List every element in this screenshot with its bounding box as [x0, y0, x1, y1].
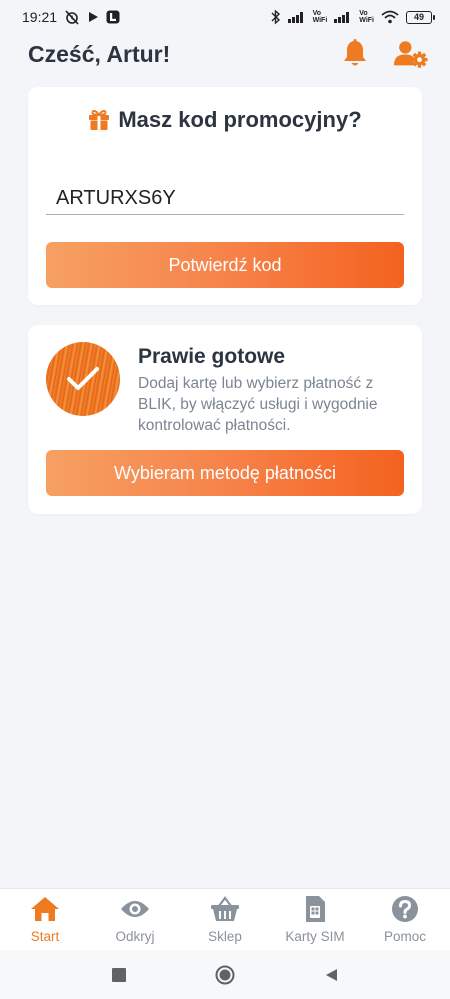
confirm-code-button[interactable]: Potwierdź kod	[46, 242, 404, 288]
vowifi-top-1: Vo	[312, 10, 321, 17]
status-bar: 19:21 Vo WiFi Vo WiFi 49	[0, 0, 450, 34]
promo-code-field	[46, 183, 404, 215]
account-settings-button[interactable]	[394, 37, 428, 71]
vowifi-bottom-1: WiFi	[312, 17, 328, 24]
ready-title: Prawie gotowe	[138, 345, 286, 368]
nav-item-discover[interactable]: Odkryj	[90, 889, 180, 951]
signal-icon-1	[287, 11, 306, 23]
bluetooth-icon	[271, 9, 281, 25]
status-left: 19:21	[22, 9, 120, 25]
checkmark-badge	[46, 342, 120, 416]
header: Cześć, Artur!	[28, 36, 428, 72]
user-gear-icon	[394, 41, 428, 68]
basket-icon	[210, 895, 240, 923]
nav-item-shop[interactable]: Sklep	[180, 889, 270, 951]
play-icon	[87, 11, 99, 23]
promo-code-card: Masz kod promocyjny? Potwierdź kod	[28, 87, 422, 305]
help-icon	[390, 895, 420, 923]
battery-icon: 49	[406, 10, 435, 24]
bell-icon	[344, 39, 366, 66]
nav-label-start: Start	[30, 929, 60, 944]
ready-description: Dodaj kartę lub wybierz płatność z BLIK,…	[138, 375, 378, 434]
nav-item-help[interactable]: Pomoc	[360, 889, 450, 951]
status-right: Vo WiFi Vo WiFi 49	[271, 9, 435, 25]
almost-ready-card: Prawie gotowe Dodaj kartę lub wybierz pł…	[28, 325, 422, 514]
app-notification-icon	[106, 10, 120, 24]
vowifi-bottom-2: WiFi	[359, 17, 374, 24]
nav-item-start[interactable]: Start	[0, 889, 90, 951]
nav-label-shop: Sklep	[208, 929, 242, 944]
greeting-title: Cześć, Artur!	[28, 40, 171, 67]
checkmark-icon	[67, 367, 99, 390]
sim-card-icon	[300, 895, 330, 923]
recents-button[interactable]	[109, 965, 129, 985]
header-actions	[338, 37, 428, 71]
choose-payment-method-button[interactable]: Wybieram metodę płatności	[46, 450, 404, 496]
nav-label-sim-cards: Karty SIM	[285, 929, 345, 944]
square-icon	[112, 967, 126, 982]
back-button[interactable]	[321, 965, 341, 985]
status-time: 19:21	[22, 9, 58, 25]
promo-title-row: Masz kod promocyjny?	[28, 107, 422, 133]
home-system-button[interactable]	[215, 965, 235, 985]
circle-icon	[215, 965, 235, 984]
alarm-off-icon	[64, 9, 80, 25]
notifications-button[interactable]	[338, 37, 372, 71]
promo-title: Masz kod promocyjny?	[118, 107, 362, 132]
bottom-nav: Start Odkryj Sklep Karty SIM Pomoc	[0, 888, 450, 950]
back-triangle-icon	[326, 968, 337, 981]
nav-label-help: Pomoc	[383, 929, 427, 944]
vowifi-top-2: Vo	[359, 10, 368, 17]
wifi-icon	[381, 10, 399, 24]
nav-label-discover: Odkryj	[115, 929, 155, 944]
gift-icon	[89, 109, 110, 130]
promo-code-input[interactable]	[46, 183, 404, 213]
signal-icon-2	[334, 11, 352, 23]
home-icon	[30, 895, 60, 923]
system-nav-bar	[0, 950, 450, 999]
eye-icon	[120, 895, 150, 923]
vowifi-icon-1: Vo WiFi	[313, 10, 328, 24]
vowifi-icon-2: Vo WiFi	[359, 10, 374, 24]
nav-item-sim-cards[interactable]: Karty SIM	[270, 889, 360, 951]
